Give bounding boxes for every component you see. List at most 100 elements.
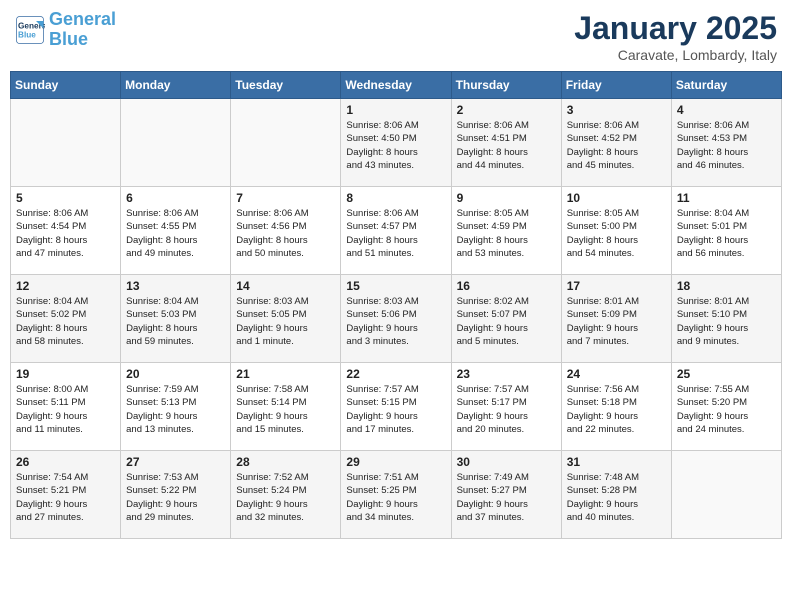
day-info: Sunrise: 8:06 AM Sunset: 4:53 PM Dayligh…	[677, 119, 776, 172]
day-info: Sunrise: 7:58 AM Sunset: 5:14 PM Dayligh…	[236, 383, 335, 436]
calendar-cell	[671, 451, 781, 539]
calendar-cell: 19 Sunrise: 8:00 AM Sunset: 5:11 PM Dayli…	[11, 363, 121, 451]
day-info: Sunrise: 7:51 AM Sunset: 5:25 PM Dayligh…	[346, 471, 445, 524]
day-info: Sunrise: 7:59 AM Sunset: 5:13 PM Dayligh…	[126, 383, 225, 436]
svg-text:Blue: Blue	[18, 30, 36, 39]
day-number: 19	[16, 367, 115, 381]
calendar-cell: 26 Sunrise: 7:54 AM Sunset: 5:21 PM Dayli…	[11, 451, 121, 539]
day-info: Sunrise: 8:06 AM Sunset: 4:52 PM Dayligh…	[567, 119, 666, 172]
day-info: Sunrise: 8:01 AM Sunset: 5:10 PM Dayligh…	[677, 295, 776, 348]
calendar-cell: 16Sunrise: 8:02 AM Sunset: 5:07 PM Dayli…	[451, 275, 561, 363]
day-number: 11	[677, 191, 776, 205]
day-info: Sunrise: 8:06 AM Sunset: 4:54 PM Dayligh…	[16, 207, 115, 260]
logo-icon: General Blue	[15, 15, 45, 45]
calendar-cell: 8 Sunrise: 8:06 AM Sunset: 4:57 PM Daylig…	[341, 187, 451, 275]
day-info: Sunrise: 7:48 AM Sunset: 5:28 PM Dayligh…	[567, 471, 666, 524]
logo: General Blue General Blue	[15, 10, 116, 50]
day-number: 12	[16, 279, 115, 293]
day-info: Sunrise: 8:04 AM Sunset: 5:03 PM Dayligh…	[126, 295, 225, 348]
calendar-cell: 30Sunrise: 7:49 AM Sunset: 5:27 PM Dayli…	[451, 451, 561, 539]
weekday-header-monday: Monday	[121, 72, 231, 99]
day-number: 1	[346, 103, 445, 117]
day-number: 3	[567, 103, 666, 117]
calendar-cell: 29Sunrise: 7:51 AM Sunset: 5:25 PM Dayli…	[341, 451, 451, 539]
calendar-cell: 22 Sunrise: 7:57 AM Sunset: 5:15 PM Dayli…	[341, 363, 451, 451]
weekday-header-friday: Friday	[561, 72, 671, 99]
calendar-cell	[231, 99, 341, 187]
day-info: Sunrise: 8:06 AM Sunset: 4:50 PM Dayligh…	[346, 119, 445, 172]
weekday-header-sunday: Sunday	[11, 72, 121, 99]
day-info: Sunrise: 8:00 AM Sunset: 5:11 PM Dayligh…	[16, 383, 115, 436]
calendar-cell: 20 Sunrise: 7:59 AM Sunset: 5:13 PM Dayli…	[121, 363, 231, 451]
day-number: 22	[346, 367, 445, 381]
day-number: 14	[236, 279, 335, 293]
calendar-cell: 7 Sunrise: 8:06 AM Sunset: 4:56 PM Daylig…	[231, 187, 341, 275]
calendar-table: SundayMondayTuesdayWednesdayThursdayFrid…	[10, 71, 782, 539]
calendar-cell: 28Sunrise: 7:52 AM Sunset: 5:24 PM Dayli…	[231, 451, 341, 539]
weekday-header-tuesday: Tuesday	[231, 72, 341, 99]
day-number: 26	[16, 455, 115, 469]
calendar-cell: 24Sunrise: 7:56 AM Sunset: 5:18 PM Dayli…	[561, 363, 671, 451]
title-block: January 2025 Caravate, Lombardy, Italy	[574, 10, 777, 63]
day-number: 30	[457, 455, 556, 469]
day-info: Sunrise: 8:03 AM Sunset: 5:05 PM Dayligh…	[236, 295, 335, 348]
day-number: 24	[567, 367, 666, 381]
calendar-cell: 27 Sunrise: 7:53 AM Sunset: 5:22 PM Dayli…	[121, 451, 231, 539]
day-number: 20	[126, 367, 225, 381]
day-number: 13	[126, 279, 225, 293]
day-number: 5	[16, 191, 115, 205]
day-info: Sunrise: 7:53 AM Sunset: 5:22 PM Dayligh…	[126, 471, 225, 524]
day-info: Sunrise: 8:06 AM Sunset: 4:56 PM Dayligh…	[236, 207, 335, 260]
calendar-cell	[121, 99, 231, 187]
day-number: 6	[126, 191, 225, 205]
day-number: 15	[346, 279, 445, 293]
week-row-1: 1 Sunrise: 8:06 AM Sunset: 4:50 PM Daylig…	[11, 99, 782, 187]
calendar-cell: 12 Sunrise: 8:04 AM Sunset: 5:02 PM Dayli…	[11, 275, 121, 363]
day-info: Sunrise: 8:05 AM Sunset: 4:59 PM Dayligh…	[457, 207, 556, 260]
day-info: Sunrise: 7:57 AM Sunset: 5:15 PM Dayligh…	[346, 383, 445, 436]
calendar-cell: 4 Sunrise: 8:06 AM Sunset: 4:53 PM Daylig…	[671, 99, 781, 187]
weekday-header-thursday: Thursday	[451, 72, 561, 99]
day-info: Sunrise: 7:55 AM Sunset: 5:20 PM Dayligh…	[677, 383, 776, 436]
calendar-cell: 13 Sunrise: 8:04 AM Sunset: 5:03 PM Dayli…	[121, 275, 231, 363]
day-info: Sunrise: 8:06 AM Sunset: 4:55 PM Dayligh…	[126, 207, 225, 260]
day-number: 28	[236, 455, 335, 469]
calendar-cell: 6 Sunrise: 8:06 AM Sunset: 4:55 PM Daylig…	[121, 187, 231, 275]
day-info: Sunrise: 8:05 AM Sunset: 5:00 PM Dayligh…	[567, 207, 666, 260]
week-row-5: 26 Sunrise: 7:54 AM Sunset: 5:21 PM Dayli…	[11, 451, 782, 539]
calendar-cell: 21 Sunrise: 7:58 AM Sunset: 5:14 PM Dayli…	[231, 363, 341, 451]
day-number: 8	[346, 191, 445, 205]
day-info: Sunrise: 8:03 AM Sunset: 5:06 PM Dayligh…	[346, 295, 445, 348]
page-header: General Blue General Blue January 2025 C…	[10, 10, 782, 63]
day-number: 21	[236, 367, 335, 381]
day-info: Sunrise: 8:06 AM Sunset: 4:51 PM Dayligh…	[457, 119, 556, 172]
calendar-cell: 10 Sunrise: 8:05 AM Sunset: 5:00 PM Dayli…	[561, 187, 671, 275]
calendar-cell	[11, 99, 121, 187]
day-number: 4	[677, 103, 776, 117]
calendar-cell: 17Sunrise: 8:01 AM Sunset: 5:09 PM Dayli…	[561, 275, 671, 363]
day-number: 7	[236, 191, 335, 205]
logo-text: General Blue	[49, 10, 116, 50]
day-info: Sunrise: 7:57 AM Sunset: 5:17 PM Dayligh…	[457, 383, 556, 436]
day-number: 9	[457, 191, 556, 205]
day-info: Sunrise: 7:54 AM Sunset: 5:21 PM Dayligh…	[16, 471, 115, 524]
day-info: Sunrise: 8:06 AM Sunset: 4:57 PM Dayligh…	[346, 207, 445, 260]
day-info: Sunrise: 8:04 AM Sunset: 5:02 PM Dayligh…	[16, 295, 115, 348]
calendar-cell: 2Sunrise: 8:06 AM Sunset: 4:51 PM Daylig…	[451, 99, 561, 187]
day-number: 25	[677, 367, 776, 381]
calendar-cell: 11Sunrise: 8:04 AM Sunset: 5:01 PM Dayli…	[671, 187, 781, 275]
logo-general: General	[49, 9, 116, 29]
month-title: January 2025	[574, 10, 777, 47]
day-info: Sunrise: 8:02 AM Sunset: 5:07 PM Dayligh…	[457, 295, 556, 348]
day-number: 31	[567, 455, 666, 469]
day-number: 23	[457, 367, 556, 381]
location: Caravate, Lombardy, Italy	[574, 47, 777, 63]
calendar-cell: 9 Sunrise: 8:05 AM Sunset: 4:59 PM Daylig…	[451, 187, 561, 275]
calendar-cell: 5 Sunrise: 8:06 AM Sunset: 4:54 PM Daylig…	[11, 187, 121, 275]
week-row-3: 12 Sunrise: 8:04 AM Sunset: 5:02 PM Dayli…	[11, 275, 782, 363]
day-number: 10	[567, 191, 666, 205]
day-info: Sunrise: 8:01 AM Sunset: 5:09 PM Dayligh…	[567, 295, 666, 348]
calendar-cell: 25 Sunrise: 7:55 AM Sunset: 5:20 PM Dayli…	[671, 363, 781, 451]
calendar-cell: 15 Sunrise: 8:03 AM Sunset: 5:06 PM Dayli…	[341, 275, 451, 363]
day-number: 27	[126, 455, 225, 469]
